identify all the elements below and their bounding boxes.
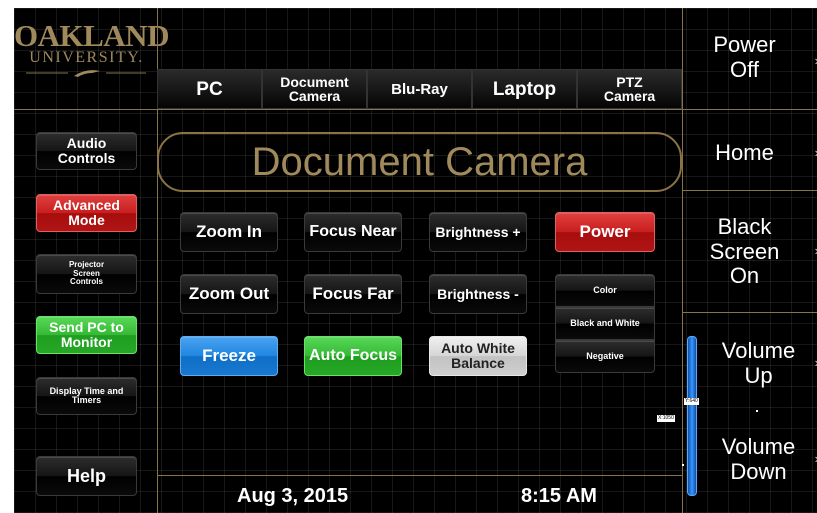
power-button[interactable]: Power bbox=[555, 212, 655, 252]
tab-pc[interactable]: PC bbox=[157, 69, 262, 109]
home-label: Home bbox=[715, 139, 774, 165]
send-pc-to-monitor-button[interactable]: Send PC to Monitor bbox=[36, 316, 137, 354]
logo-main-text: OAKLAND bbox=[14, 18, 169, 53]
tab-blu-ray[interactable]: Blu-Ray bbox=[367, 69, 472, 109]
tab-laptop[interactable]: Laptop bbox=[472, 69, 577, 109]
debug-coordinate-label: X:1050 bbox=[657, 415, 675, 422]
logo-swoosh-icon bbox=[26, 70, 146, 77]
volume-up-label: Volume Up bbox=[721, 338, 796, 388]
page-title: Document Camera bbox=[157, 132, 682, 192]
volume-down-button[interactable]: Volume Down › bbox=[710, 422, 817, 498]
audio-controls-button[interactable]: Audio Controls bbox=[36, 132, 137, 170]
tab-document-camera[interactable]: Document Camera bbox=[262, 69, 367, 109]
volume-up-button[interactable]: Volume Up › bbox=[710, 326, 817, 402]
debug-coordinate-label: Y:640 bbox=[684, 398, 699, 405]
logo-sub-text: UNIVERSITY. bbox=[29, 49, 144, 66]
black-screen-on-button[interactable]: Black Screen On › bbox=[682, 200, 817, 304]
right-divider-2 bbox=[682, 312, 817, 313]
brightness-up-button[interactable]: Brightness + bbox=[429, 212, 527, 252]
black-and-white-button[interactable]: Black and White bbox=[555, 307, 655, 340]
auto-focus-button[interactable]: Auto Focus bbox=[304, 336, 402, 376]
right-divider-1 bbox=[682, 190, 817, 191]
display-time-timers-button[interactable]: Display Time and Timers bbox=[36, 377, 137, 415]
color-mode-button[interactable]: Color bbox=[555, 274, 655, 307]
volume-down-label: Volume Down bbox=[721, 434, 796, 484]
freeze-button[interactable]: Freeze bbox=[180, 336, 278, 376]
zoom-out-button[interactable]: Zoom Out bbox=[180, 274, 278, 314]
projector-screen-controls-button[interactable]: Projector Screen Controls bbox=[36, 254, 137, 294]
help-button[interactable]: Help bbox=[36, 456, 137, 496]
focus-near-button[interactable]: Focus Near bbox=[304, 212, 402, 252]
black-screen-label: Black Screen On bbox=[709, 214, 780, 289]
advanced-mode-button[interactable]: Advanced Mode bbox=[36, 194, 137, 232]
tab-ptz-camera[interactable]: PTZ Camera bbox=[577, 69, 682, 109]
date-display: Aug 3, 2015 bbox=[237, 485, 349, 507]
marker-dot bbox=[756, 410, 758, 412]
home-button[interactable]: Home › bbox=[682, 116, 817, 190]
touch-panel-screen: OAKLAND UNIVERSITY. PC Document Camera B… bbox=[14, 8, 817, 513]
header-divider bbox=[14, 109, 817, 110]
marker-dot bbox=[682, 464, 684, 466]
power-off-label: Power Off bbox=[713, 32, 776, 82]
volume-slider[interactable] bbox=[687, 336, 697, 496]
zoom-in-button[interactable]: Zoom In bbox=[180, 212, 278, 252]
footer-divider bbox=[157, 475, 682, 476]
brightness-down-button[interactable]: Brightness - bbox=[429, 274, 527, 314]
focus-far-button[interactable]: Focus Far bbox=[304, 274, 402, 314]
time-display: 8:15 AM bbox=[521, 485, 597, 507]
power-off-button[interactable]: Power Off › bbox=[682, 14, 817, 102]
negative-mode-button[interactable]: Negative bbox=[555, 340, 655, 373]
auto-white-balance-button[interactable]: Auto White Balance bbox=[429, 336, 527, 376]
